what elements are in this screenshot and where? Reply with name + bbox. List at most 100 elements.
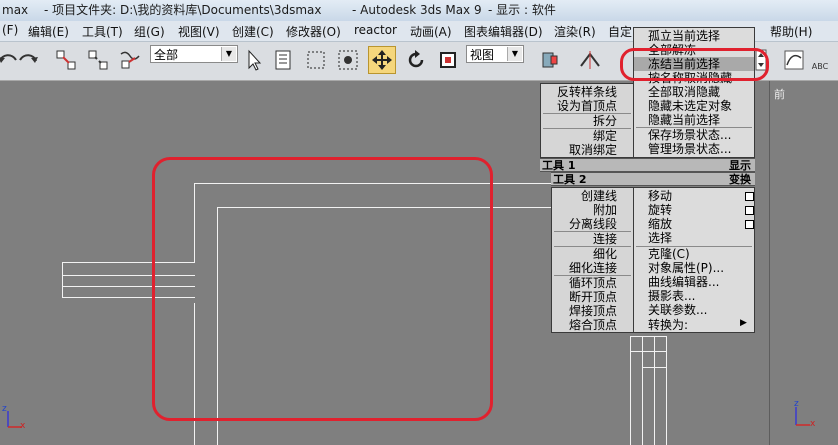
menu-item-save-scene-state[interactable]: 保存场景状态... <box>634 128 754 142</box>
redo-button[interactable] <box>14 46 42 74</box>
pivot-center-button[interactable] <box>536 46 564 74</box>
rectangular-selection-button[interactable] <box>302 46 330 74</box>
menu-item-convert-to[interactable]: 转换为: <box>634 318 754 332</box>
menu-animation[interactable]: 动画(A) <box>410 23 452 40</box>
menu-item-manage-scene-states[interactable]: 管理场景状态... <box>634 142 754 156</box>
app-suffix: max <box>2 3 29 17</box>
axis-x-label: x <box>810 419 816 429</box>
curve-editor-icon <box>784 50 804 70</box>
unlink-selection-button[interactable] <box>84 46 112 74</box>
quad-header-tools1: 工具 1 <box>540 158 634 172</box>
menu-views[interactable]: 视图(V) <box>178 23 220 40</box>
menu-item-unbind[interactable]: 取消绑定 <box>541 143 633 157</box>
menu-item-weld-vertices[interactable]: 焊接顶点 <box>552 304 633 318</box>
front-viewport[interactable]: 前 z x <box>769 81 838 445</box>
menu-item-refine-connect[interactable]: 细化连接 <box>552 261 633 275</box>
settings-box-icon[interactable] <box>745 220 754 229</box>
menu-rendering[interactable]: 渲染(R) <box>554 23 596 40</box>
menu-reactor[interactable]: reactor <box>354 23 397 37</box>
reference-coordinate-dropdown[interactable]: 视图 ▼ <box>466 45 524 63</box>
menu-item-cycle-vertices[interactable]: 循环顶点 <box>552 276 633 290</box>
menu-item-rotate[interactable]: 旋转 <box>634 203 754 217</box>
menu-item-clone[interactable]: 克隆(C) <box>634 247 754 261</box>
axis-z-label: z <box>794 399 799 409</box>
axis-x-label: x <box>20 421 26 431</box>
pivot-icon <box>542 52 558 68</box>
space-warp-icon <box>120 51 140 69</box>
menu-customize[interactable]: 自定 <box>608 23 632 40</box>
menu-graph-editors[interactable]: 图表编辑器(D) <box>464 23 543 40</box>
menu-item-reverse-spline[interactable]: 反转样条线 <box>541 85 633 99</box>
title-bar: max - 项目文件夹: D:\我的资料库\Documents\3dsmax -… <box>0 0 838 21</box>
app-name: - Autodesk 3ds Max 9 <box>352 3 482 17</box>
project-folder-label: - 项目文件夹: D:\我的资料库\Documents\3dsmax <box>44 3 322 17</box>
menu-item-curve-editor[interactable]: 曲线编辑器... <box>634 275 754 289</box>
menu-item-scale[interactable]: 缩放 <box>634 217 754 231</box>
quad-transform-panel: 移动 旋转 缩放 选择 克隆(C) 对象属性(P)... 曲线编辑器... 摄影… <box>633 187 755 333</box>
select-and-rotate-button[interactable] <box>402 46 430 74</box>
menu-modifiers[interactable]: 修改器(O) <box>286 23 341 40</box>
select-by-name-button[interactable] <box>270 46 298 74</box>
ref-coord-value: 视图 <box>470 48 495 62</box>
select-by-name-icon <box>275 50 291 70</box>
menu-item-connect[interactable]: 连接 <box>552 232 633 246</box>
quad-header-tools2: 工具 2 <box>551 172 634 186</box>
select-and-link-button[interactable] <box>52 46 80 74</box>
wire-edge <box>666 336 667 445</box>
arrow-cursor-icon <box>248 49 262 71</box>
menu-item-hide-unselected[interactable]: 隐藏未选定对象 <box>634 99 754 113</box>
menu-item-attach[interactable]: 附加 <box>552 203 633 217</box>
wire-edge <box>630 351 667 352</box>
settings-box-icon[interactable] <box>745 192 754 201</box>
wire-edge <box>62 262 63 298</box>
mirror-button[interactable] <box>576 46 604 74</box>
selection-filter-dropdown[interactable]: 全部 ▼ <box>150 45 238 63</box>
axis-z-label: z <box>2 404 7 414</box>
bind-space-warp-button[interactable] <box>116 46 144 74</box>
quad-display-panel: 孤立当前选择 全部解冻 冻结当前选择 按名称取消隐藏 全部取消隐藏 隐藏未选定对… <box>633 27 755 158</box>
quad-tools1-panel: 反转样条线 设为首顶点 拆分 绑定 取消绑定 <box>540 83 634 158</box>
select-and-scale-button[interactable] <box>434 46 462 74</box>
quad-header-display: 显示 <box>633 158 755 172</box>
menu-item-move[interactable]: 移动 <box>634 189 754 203</box>
curve-editor-button[interactable] <box>780 46 808 74</box>
menu-item-divide[interactable]: 拆分 <box>541 114 633 128</box>
wire-edge <box>654 336 655 445</box>
menu-item-object-properties[interactable]: 对象属性(P)... <box>634 261 754 275</box>
wire-edge <box>630 336 667 337</box>
window-crossing-button[interactable] <box>334 46 362 74</box>
menu-item-wire-parameters[interactable]: 关联参数... <box>634 303 754 317</box>
menu-item-hide-selection[interactable]: 隐藏当前选择 <box>634 113 754 127</box>
menu-file[interactable]: (F) <box>2 23 18 37</box>
submenu-arrow-icon: ▶ <box>740 318 747 328</box>
menu-item-create-line[interactable]: 创建线 <box>552 189 633 203</box>
menu-item-refine[interactable]: 细化 <box>552 247 633 261</box>
menu-item-break-vertices[interactable]: 断开顶点 <box>552 290 633 304</box>
wire-edge <box>642 336 643 445</box>
menu-item-detach-segment[interactable]: 分离线段 <box>552 217 633 231</box>
redo-icon <box>19 54 38 63</box>
abc-label: ABC <box>811 61 829 71</box>
menu-item-make-first[interactable]: 设为首顶点 <box>541 99 633 113</box>
menu-item-fuse-vertices[interactable]: 熔合顶点 <box>552 318 633 332</box>
menu-tools[interactable]: 工具(T) <box>82 23 123 40</box>
menu-item-select[interactable]: 选择 <box>634 231 754 245</box>
wire-edge <box>642 367 667 368</box>
menu-create[interactable]: 创建(C) <box>232 23 274 40</box>
menu-item-isolate-selection[interactable]: 孤立当前选择 <box>634 29 754 43</box>
window-crossing-icon <box>338 50 358 70</box>
settings-box-icon[interactable] <box>745 206 754 215</box>
menu-item-unhide-all[interactable]: 全部取消隐藏 <box>634 85 754 99</box>
select-object-button[interactable] <box>240 46 268 74</box>
menu-item-bind[interactable]: 绑定 <box>541 129 633 143</box>
selection-filter-value: 全部 <box>154 48 179 62</box>
spelling-check-button[interactable]: ABC <box>806 46 834 74</box>
menu-help[interactable]: 帮助(H) <box>770 23 812 40</box>
select-and-move-button[interactable] <box>368 46 396 74</box>
menu-edit[interactable]: 编辑(E) <box>28 23 69 40</box>
mirror-icon <box>580 51 600 69</box>
unlink-icon <box>88 50 108 70</box>
menu-item-dope-sheet[interactable]: 摄影表... <box>634 289 754 303</box>
menu-group[interactable]: 组(G) <box>134 23 165 40</box>
annotation-highlight-shape <box>152 157 493 421</box>
